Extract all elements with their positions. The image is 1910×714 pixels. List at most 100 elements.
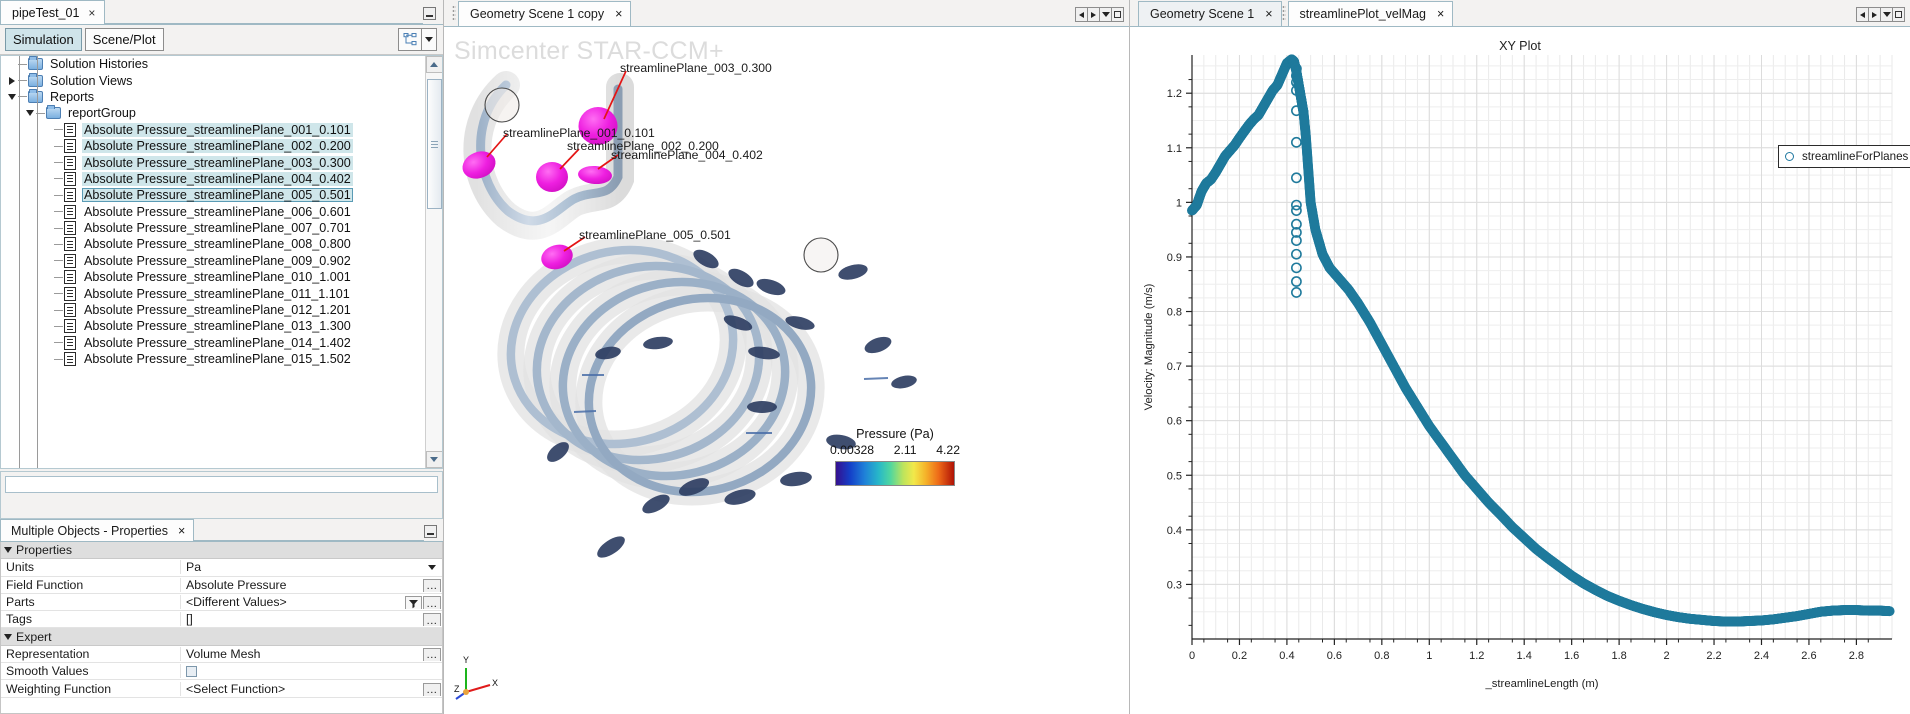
property-value[interactable]: []... <box>181 612 442 627</box>
tree-item-label: Absolute Pressure_streamlinePlane_012_1.… <box>84 303 351 318</box>
report-icon <box>64 303 76 318</box>
tree-item[interactable]: Solution Views <box>1 72 425 88</box>
scroll-track[interactable] <box>425 73 442 451</box>
chart-legend[interactable]: streamlineForPlanes <box>1778 145 1910 168</box>
properties-minimize-button[interactable] <box>424 525 437 538</box>
plot-tab-label-0: Geometry Scene 1 <box>1150 7 1255 21</box>
toolbar-dropdown-button[interactable] <box>422 28 437 51</box>
twisty-expanded-icon[interactable] <box>23 110 36 116</box>
close-icon[interactable]: × <box>88 6 95 20</box>
ellipsis-button[interactable]: ... <box>423 647 441 661</box>
chart-canvas: 0 0.2 0.4 0.6 0.8 1 1.2 1.4 1.6 1.8 2 2.2 2.4 2.6 2.8 0… <box>1143 54 1895 690</box>
tree-item[interactable]: Absolute Pressure_streamlinePlane_010_1.… <box>1 269 425 285</box>
filter-icon[interactable] <box>405 596 422 610</box>
tree-item[interactable]: Absolute Pressure_streamlinePlane_005_0.… <box>1 187 425 203</box>
twisty-collapsed-icon[interactable] <box>5 77 18 85</box>
property-value[interactable] <box>181 665 442 677</box>
x-tick-label: 2.4 <box>1754 650 1769 662</box>
tree-item[interactable]: Absolute Pressure_streamlinePlane_008_0.… <box>1 236 425 252</box>
tree-item[interactable]: Absolute Pressure_streamlinePlane_014_1.… <box>1 335 425 351</box>
ellipsis-button[interactable]: ... <box>423 682 441 696</box>
tab-geometry-scene-1[interactable]: Geometry Scene 1 × <box>1138 1 1282 26</box>
tree-connector <box>54 145 63 147</box>
ellipsis-button[interactable]: ... <box>423 613 441 627</box>
plot-panel: Geometry Scene 1 × streamlinePlot_velMag… <box>1130 0 1910 714</box>
ellipsis-button[interactable]: ... <box>423 578 441 592</box>
property-value[interactable]: <Select Function>... <box>181 682 442 696</box>
y-tick-label: 0.6 <box>1167 416 1182 428</box>
property-row[interactable]: Parts <Different Values>... <box>1 594 442 612</box>
property-key: Parts <box>1 595 181 610</box>
scene-plot-tab-button[interactable]: Scene/Plot <box>84 28 164 51</box>
xy-plot[interactable]: XY Plot 0 0.2 0.4 0.6 0.8 1 1.2 1.4 1.6 1.8 2 2.2 2.… <box>1130 27 1910 714</box>
scroll-thumb[interactable] <box>426 79 442 209</box>
tree-connector <box>54 342 63 344</box>
property-row[interactable]: Tags[]... <box>1 611 442 629</box>
x-tick-label: 0.8 <box>1374 650 1389 662</box>
tree-filter-input[interactable] <box>5 476 438 493</box>
tree-item[interactable]: Absolute Pressure_streamlinePlane_009_0.… <box>1 253 425 269</box>
smooth-values-checkbox[interactable] <box>186 665 197 677</box>
scroll-down-arrow-icon[interactable] <box>425 451 442 468</box>
tree-connector <box>54 325 63 327</box>
explorer-panel: pipeTest_01 × Simulation Scene/Plot Solu… <box>0 0 444 714</box>
tree-item-label: Absolute Pressure_streamlinePlane_004_0.… <box>82 171 353 186</box>
tree-vertical-scrollbar[interactable] <box>425 56 442 468</box>
tree-item[interactable]: Absolute Pressure_streamlinePlane_007_0.… <box>1 220 425 236</box>
tree-item[interactable]: Absolute Pressure_streamlinePlane_013_1.… <box>1 318 425 334</box>
property-key: Representation <box>1 646 181 661</box>
property-row[interactable]: Representation Volume Mesh... <box>1 646 442 664</box>
tree-item[interactable]: Absolute Pressure_streamlinePlane_002_0.… <box>1 138 425 154</box>
report-icon <box>64 352 76 367</box>
maximize-icon[interactable] <box>1892 7 1905 22</box>
plot-title: XY Plot <box>1499 39 1541 53</box>
properties-section-header[interactable]: Expert <box>1 628 442 646</box>
property-value[interactable]: <Different Values>... <box>181 595 442 610</box>
simulation-tree[interactable]: Solution Histories Solution Views Reports r… <box>0 55 443 469</box>
property-value[interactable]: Absolute Pressure... <box>181 578 442 592</box>
tab-multiple-objects-properties[interactable]: Multiple Objects - Properties × <box>0 519 195 541</box>
properties-tabstrip: Multiple Objects - Properties × <box>0 519 443 542</box>
scene-3d-viewport[interactable]: Simcenter STAR-CCM+ streamlinePlane_003_… <box>444 27 1129 714</box>
tree-item[interactable]: Absolute Pressure_streamlinePlane_004_0.… <box>1 171 425 187</box>
tab-label: pipeTest_01 <box>12 5 80 20</box>
chevron-down-icon[interactable] <box>428 564 436 570</box>
tree-item[interactable]: Absolute Pressure_streamlinePlane_011_1.… <box>1 285 425 301</box>
tree-item[interactable]: reportGroup <box>1 105 425 121</box>
tab-pipetest[interactable]: pipeTest_01 × <box>0 0 106 24</box>
tree-item[interactable]: Solution Histories <box>1 56 425 72</box>
tree-item[interactable]: Reports <box>1 88 425 105</box>
property-row[interactable]: Smooth Values <box>1 663 442 681</box>
property-value[interactable]: Volume Mesh... <box>181 647 442 661</box>
simulation-tab-button[interactable]: Simulation <box>5 28 82 51</box>
tree-item[interactable]: Absolute Pressure_streamlinePlane_012_1.… <box>1 302 425 318</box>
tab-streamlineplot-velmag[interactable]: streamlinePlot_velMag × <box>1287 1 1454 26</box>
x-tick-label: 1.6 <box>1564 650 1579 662</box>
maximize-icon[interactable] <box>1111 7 1124 22</box>
y-tick-label: 0.9 <box>1167 252 1182 264</box>
close-icon[interactable]: × <box>1437 7 1444 21</box>
tree-item[interactable]: Absolute Pressure_streamlinePlane_003_0.… <box>1 154 425 170</box>
property-value-text: Absolute Pressure <box>186 577 287 592</box>
scroll-up-arrow-icon[interactable] <box>425 56 442 73</box>
close-icon[interactable]: × <box>1265 7 1272 21</box>
close-icon[interactable]: × <box>178 524 185 538</box>
property-row[interactable]: Field Function Absolute Pressure... <box>1 577 442 594</box>
x-tick-label: 1.2 <box>1469 650 1484 662</box>
close-icon[interactable]: × <box>615 7 622 21</box>
tab-geometry-scene-1-copy[interactable]: Geometry Scene 1 copy × <box>458 1 632 26</box>
tree-item[interactable]: Absolute Pressure_streamlinePlane_006_0.… <box>1 204 425 220</box>
tree-item[interactable]: Absolute Pressure_streamlinePlane_015_1.… <box>1 351 425 367</box>
scene-label-005: streamlinePlane_005_0.501 <box>579 228 731 242</box>
tree-filter-box <box>0 471 443 519</box>
tree-connector <box>54 178 63 180</box>
properties-section-header[interactable]: Properties <box>1 542 442 560</box>
property-row[interactable]: Units Pa <box>1 559 442 577</box>
property-row[interactable]: Weighting Function <Select Function>... <box>1 680 442 698</box>
minimize-button[interactable] <box>423 7 436 20</box>
twisty-expanded-icon[interactable] <box>5 94 18 100</box>
property-value[interactable]: Pa <box>181 560 442 574</box>
tree-view-icon[interactable] <box>398 28 422 51</box>
tree-item[interactable]: Absolute Pressure_streamlinePlane_001_0.… <box>1 122 425 138</box>
ellipsis-button[interactable]: ... <box>423 596 441 610</box>
